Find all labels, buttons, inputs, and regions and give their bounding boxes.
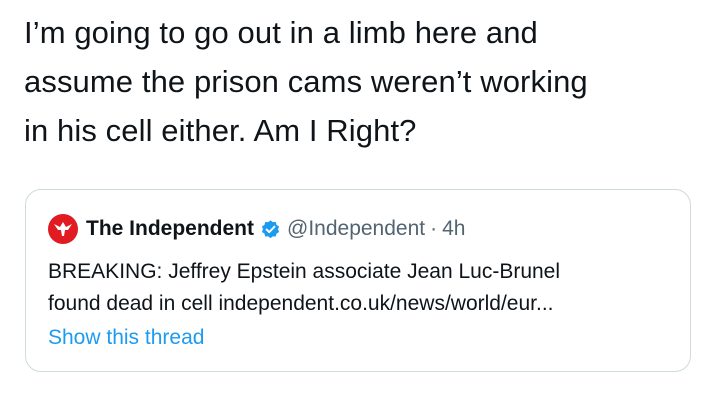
verified-badge-icon	[260, 219, 281, 240]
separator-dot: ·	[430, 217, 438, 240]
quoted-tweet-text-line: BREAKING: Jeffrey Epstein associate Jean…	[48, 260, 561, 283]
show-thread-link[interactable]: Show this thread	[48, 326, 204, 350]
author-handle[interactable]: @Independent	[287, 217, 425, 241]
quoted-tweet-text-line: found dead in cell independent.co.uk/new…	[48, 292, 554, 315]
author-name[interactable]: The Independent	[86, 217, 254, 241]
quoted-tweet-card[interactable]: The Independent @Independent · 4h BREAKI…	[25, 189, 691, 372]
quoted-tweet-text: BREAKING: Jeffrey Epstein associate Jean…	[48, 256, 678, 320]
quoted-tweet-header: The Independent @Independent · 4h	[48, 212, 465, 246]
tweet-text-line: I’m going to go out in a limb here and	[24, 15, 538, 50]
tweet-text: I’m going to go out in a limb here and a…	[24, 8, 694, 155]
tweet-timestamp[interactable]: 4h	[442, 217, 465, 241]
eagle-logo-icon[interactable]	[48, 214, 78, 244]
tweet-text-line: assume the prison cams weren’t working	[24, 64, 588, 99]
tweet-text-line: in his cell either. Am I Right?	[24, 113, 417, 148]
